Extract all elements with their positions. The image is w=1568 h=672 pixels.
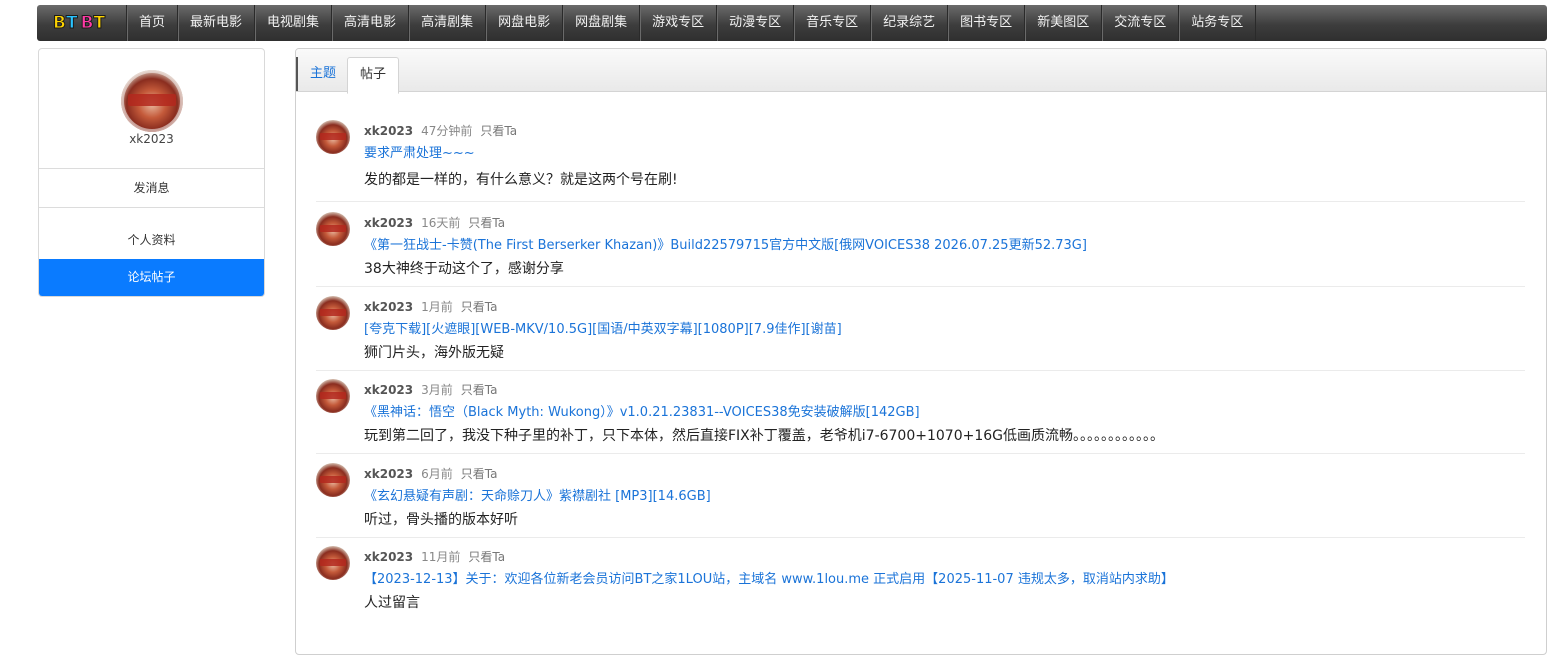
post-thread-link[interactable]: 要求严肃处理~~~ <box>364 142 475 161</box>
post-avatar[interactable] <box>316 463 350 497</box>
post-meta: xk2023 47分钟前 只看Ta <box>364 122 517 139</box>
user-sidebar: xk2023 发消息 个人资料 论坛帖子 <box>38 48 265 297</box>
logo-letter: T <box>65 12 78 33</box>
avatar-image-detail <box>320 309 346 316</box>
avatar-image-detail <box>320 133 346 140</box>
avatar-image-detail <box>320 476 346 483</box>
post-meta: xk2023 3月前 只看Ta <box>364 381 497 398</box>
post-content: 听过，骨头播的版本好听 <box>364 512 518 528</box>
post-time: 47分钟前 <box>421 124 473 138</box>
nav-item-hd-movies[interactable]: 高清电影 <box>331 5 408 41</box>
only-view-ta-link[interactable]: 只看Ta <box>461 300 498 314</box>
nav-item-music[interactable]: 音乐专区 <box>793 5 870 41</box>
post-content: 发的都是一样的，有什么意义？就是这两个号在刷! <box>364 172 678 188</box>
top-navbar: B T B T 首页 最新电影 电视剧集 高清电影 高清剧集 网盘电影 网盘剧集… <box>37 5 1547 41</box>
nav-item-cloud-movies[interactable]: 网盘电影 <box>485 5 562 41</box>
only-view-ta-link[interactable]: 只看Ta <box>468 550 505 564</box>
send-message-button[interactable]: 发消息 <box>39 168 264 208</box>
nav-item-books[interactable]: 图书专区 <box>947 5 1024 41</box>
post-username[interactable]: xk2023 <box>364 216 413 230</box>
post-time: 3月前 <box>421 383 453 397</box>
avatar-image-detail <box>320 225 346 232</box>
post-meta: xk2023 1月前 只看Ta <box>364 298 497 315</box>
logo-letter: B <box>53 12 67 33</box>
tab-topics[interactable]: 主题 <box>296 57 348 91</box>
nav-item-hd-series[interactable]: 高清剧集 <box>408 5 485 41</box>
post-time: 6月前 <box>421 467 453 481</box>
nav-item-latest-movies[interactable]: 最新电影 <box>177 5 254 41</box>
post-item: xk2023 16天前 只看Ta 《第一狂战士-卡赞(The First Berse… <box>316 206 1525 287</box>
post-item: xk2023 1月前 只看Ta [夸克下载][火遮眼][WEB-MKV/10.5G]… <box>316 290 1525 371</box>
logo-letter: B <box>80 12 94 33</box>
only-view-ta-link[interactable]: 只看Ta <box>461 383 498 397</box>
post-meta: xk2023 11月前 只看Ta <box>364 548 505 565</box>
post-time: 11月前 <box>421 550 461 564</box>
sidebar-item-profile[interactable]: 个人资料 <box>39 224 264 256</box>
post-username[interactable]: xk2023 <box>364 383 413 397</box>
post-item: xk2023 6月前 只看Ta 《玄幻悬疑有声剧：天命赊刀人》紫襟剧社 [MP3][… <box>316 457 1525 538</box>
post-thread-link[interactable]: 《第一狂战士-卡赞(The First Berserker Khazan)》Bu… <box>364 234 1087 253</box>
sidebar-item-forum-posts[interactable]: 论坛帖子 <box>39 259 264 296</box>
only-view-ta-link[interactable]: 只看Ta <box>461 467 498 481</box>
nav-item-cloud-series[interactable]: 网盘剧集 <box>562 5 639 41</box>
only-view-ta-link[interactable]: 只看Ta <box>468 216 505 230</box>
nav-menu: 首页 最新电影 电视剧集 高清电影 高清剧集 网盘电影 网盘剧集 游戏专区 动漫… <box>126 5 1257 41</box>
avatar-ring <box>121 70 183 132</box>
post-meta: xk2023 6月前 只看Ta <box>364 465 497 482</box>
post-thread-link[interactable]: 《玄幻悬疑有声剧：天命赊刀人》紫襟剧社 [MP3][14.6GB] <box>364 485 711 504</box>
nav-item-gallery[interactable]: 新美图区 <box>1024 5 1101 41</box>
tab-bar: 主题 帖子 <box>296 49 1546 94</box>
avatar-image-detail <box>320 559 346 566</box>
nav-item-documentary[interactable]: 纪录综艺 <box>870 5 947 41</box>
post-item: xk2023 3月前 只看Ta 《黑神话：悟空（Black Myth: Wukong… <box>316 373 1525 454</box>
post-thread-link[interactable]: [夸克下载][火遮眼][WEB-MKV/10.5G][国语/中英双字幕][108… <box>364 318 842 337</box>
post-time: 1月前 <box>421 300 453 314</box>
post-time: 16天前 <box>421 216 461 230</box>
avatar-image-detail <box>320 392 346 399</box>
post-content: 38大神终于动这个了，感谢分享 <box>364 261 564 277</box>
post-content: 人过留言 <box>364 595 420 611</box>
nav-item-games[interactable]: 游戏专区 <box>639 5 716 41</box>
post-meta: xk2023 16天前 只看Ta <box>364 214 505 231</box>
nav-item-community[interactable]: 交流专区 <box>1101 5 1178 41</box>
post-item: xk2023 47分钟前 只看Ta 要求严肃处理~~~ 发的都是一样的，有什么意义？… <box>316 114 1525 202</box>
sidebar-username: xk2023 <box>129 132 174 146</box>
post-username[interactable]: xk2023 <box>364 124 413 138</box>
post-content: 玩到第二回了，我没下种子里的补丁，只下本体，然后直接FIX补丁覆盖，老爷机i7-… <box>364 428 1164 444</box>
post-avatar[interactable] <box>316 212 350 246</box>
post-thread-link[interactable]: 《黑神话：悟空（Black Myth: Wukong）》v1.0.21.2383… <box>364 401 920 420</box>
post-username[interactable]: xk2023 <box>364 550 413 564</box>
post-username[interactable]: xk2023 <box>364 300 413 314</box>
post-avatar[interactable] <box>316 296 350 330</box>
avatar[interactable] <box>121 70 183 132</box>
post-item: xk2023 11月前 只看Ta 【2023-12-13】关于：欢迎各位新老会员访问… <box>316 540 1525 620</box>
post-avatar[interactable] <box>316 379 350 413</box>
post-username[interactable]: xk2023 <box>364 467 413 481</box>
site-logo[interactable]: B T B T <box>53 14 121 32</box>
logo-letter: T <box>93 12 106 33</box>
only-view-ta-link[interactable]: 只看Ta <box>480 124 517 138</box>
nav-item-site-affairs[interactable]: 站务专区 <box>1178 5 1257 41</box>
nav-item-anime[interactable]: 动漫专区 <box>716 5 793 41</box>
posts-panel: 主题 帖子 xk2023 47分钟前 只看Ta 要求严肃处理~~~ 发的都是一样的，… <box>295 48 1547 655</box>
tab-posts[interactable]: 帖子 <box>347 57 400 94</box>
nav-item-tv-series[interactable]: 电视剧集 <box>254 5 331 41</box>
post-content: 狮门片头，海外版无疑 <box>364 345 504 361</box>
post-thread-link[interactable]: 【2023-12-13】关于：欢迎各位新老会员访问BT之家1LOU站，主域名 w… <box>364 568 1174 587</box>
post-avatar[interactable] <box>316 120 350 154</box>
nav-item-home[interactable]: 首页 <box>126 5 177 41</box>
post-avatar[interactable] <box>316 546 350 580</box>
